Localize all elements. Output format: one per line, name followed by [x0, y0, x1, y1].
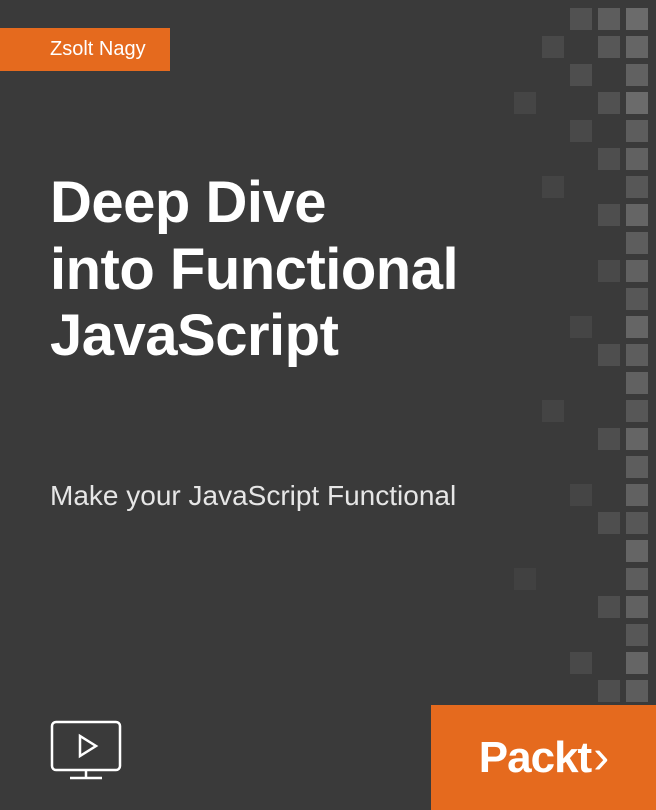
title-line-2: into Functional: [50, 237, 458, 302]
author-badge: Zsolt Nagy: [0, 28, 170, 71]
video-icon: [50, 720, 122, 782]
decorative-pixel-pattern: [376, 0, 656, 810]
cover-container: Zsolt Nagy Deep Dive into Functional Jav…: [0, 0, 656, 810]
publisher-logo: Packt›: [479, 730, 608, 785]
publisher-brand-block: Packt›: [431, 705, 656, 810]
course-title: Deep Dive into Functional JavaScript: [50, 170, 458, 370]
title-line-3: JavaScript: [50, 303, 338, 368]
publisher-name: Packt: [479, 733, 591, 783]
course-subtitle: Make your JavaScript Functional: [50, 480, 456, 512]
title-line-1: Deep Dive: [50, 170, 326, 235]
author-name: Zsolt Nagy: [50, 38, 146, 60]
chevron-right-icon: ›: [593, 730, 608, 785]
